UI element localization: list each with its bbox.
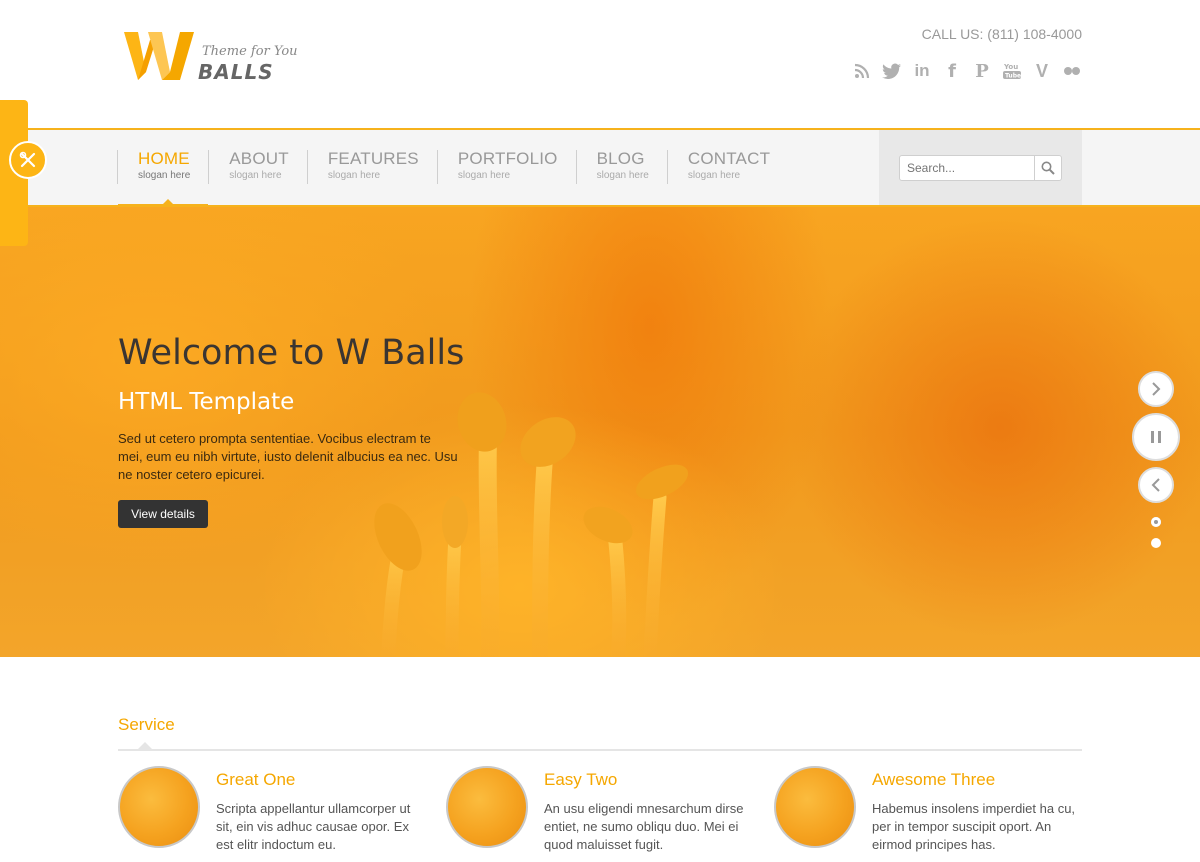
nav-item-portfolio[interactable]: PORTFOLIO slogan here bbox=[436, 149, 576, 184]
nav-item-blog[interactable]: BLOG slogan here bbox=[575, 149, 667, 184]
service-image bbox=[118, 766, 200, 848]
slider-pause-button[interactable] bbox=[1132, 413, 1180, 461]
main-navbar: HOME slogan here ABOUT slogan here FEATU… bbox=[0, 128, 1200, 207]
service-title[interactable]: Awesome Three bbox=[872, 770, 995, 790]
tools-icon[interactable] bbox=[9, 141, 47, 179]
hero-slider: Welcome to W Balls HTML Template Sed ut … bbox=[0, 207, 1200, 657]
logo-brand: BALLS bbox=[198, 60, 274, 84]
service-title[interactable]: Easy Two bbox=[544, 770, 617, 790]
nav-item-about[interactable]: ABOUT slogan here bbox=[208, 150, 307, 184]
nav-item-features[interactable]: FEATURES slogan here bbox=[306, 149, 437, 184]
service-image bbox=[446, 766, 528, 848]
pinterest-icon[interactable]: P bbox=[972, 60, 992, 82]
chevron-left-icon bbox=[1151, 478, 1160, 492]
service-text: An usu eligendi mnesarchum dirse entiet,… bbox=[544, 801, 744, 852]
hero-title: Welcome to W Balls bbox=[118, 333, 465, 373]
vimeo-icon[interactable]: V bbox=[1032, 60, 1052, 82]
view-details-button[interactable]: View details bbox=[118, 500, 208, 528]
nav-label: ABOUT bbox=[229, 149, 289, 168]
nav-label: BLOG bbox=[596, 149, 645, 168]
slider-dot-active[interactable] bbox=[1151, 517, 1161, 527]
nav-slogan: slogan here bbox=[596, 170, 649, 181]
logo-w-mark bbox=[124, 32, 194, 80]
service-text: Scripta appellantur ullamcorper ut sit, … bbox=[216, 801, 411, 852]
nav-item-contact[interactable]: CONTACT slogan here bbox=[666, 149, 788, 184]
youtube-icon[interactable]: You Tube bbox=[1002, 60, 1022, 82]
services-divider bbox=[118, 742, 1082, 751]
pause-icon bbox=[1151, 431, 1161, 443]
nav-slogan: slogan here bbox=[457, 170, 511, 181]
slider-dot[interactable] bbox=[1151, 538, 1161, 548]
social-links: in f P You Tube V bbox=[852, 60, 1082, 82]
flickr-icon[interactable] bbox=[1062, 60, 1082, 82]
nav-label: HOME bbox=[138, 149, 190, 168]
chevron-right-icon bbox=[1152, 382, 1161, 396]
nav-item-home[interactable]: HOME slogan here bbox=[117, 149, 209, 207]
services-heading: Service bbox=[118, 715, 175, 734]
service-item: Great One Scripta appellantur ullamcorpe… bbox=[118, 766, 428, 862]
logo[interactable]: Theme for You BALLS bbox=[122, 28, 298, 84]
nav-label: FEATURES bbox=[327, 149, 419, 168]
service-item: Easy Two An usu eligendi mnesarchum dirs… bbox=[446, 766, 756, 862]
nav-label: CONTACT bbox=[687, 149, 771, 168]
nav-slogan: slogan here bbox=[327, 170, 381, 181]
svg-text:You: You bbox=[1003, 63, 1018, 71]
search-button[interactable] bbox=[1034, 156, 1061, 180]
main-nav: HOME slogan here ABOUT slogan here FEATU… bbox=[117, 149, 788, 207]
slider-next-button[interactable] bbox=[1138, 371, 1174, 407]
twitter-icon[interactable] bbox=[882, 60, 902, 82]
nav-slogan: slogan here bbox=[229, 170, 282, 181]
nav-label: PORTFOLIO bbox=[457, 149, 558, 168]
site-header: Theme for You BALLS CALL US: (811) 108-4… bbox=[0, 0, 1200, 128]
call-us-text: CALL US: (811) 108-4000 bbox=[921, 26, 1082, 42]
nav-slogan: slogan here bbox=[138, 170, 191, 181]
style-switcher-tab[interactable] bbox=[0, 100, 47, 246]
nav-slogan: slogan here bbox=[687, 170, 741, 181]
linkedin-icon[interactable]: in bbox=[912, 60, 932, 82]
search-area bbox=[879, 130, 1082, 205]
service-text: Habemus insolens imperdiet ha cu, per in… bbox=[872, 801, 1076, 852]
search-input[interactable] bbox=[900, 156, 1034, 180]
hero-text: Sed ut cetero prompta sententiae. Vocibu… bbox=[118, 431, 458, 482]
search-icon bbox=[1041, 161, 1055, 175]
service-image bbox=[774, 766, 856, 848]
logo-tagline: Theme for You bbox=[202, 44, 298, 59]
facebook-icon[interactable]: f bbox=[942, 60, 962, 82]
search-field bbox=[899, 155, 1062, 181]
rss-icon[interactable] bbox=[852, 60, 872, 82]
service-title[interactable]: Great One bbox=[216, 770, 295, 790]
svg-text:Tube: Tube bbox=[1005, 73, 1021, 80]
hero-subtitle: HTML Template bbox=[118, 389, 295, 415]
service-item: Awesome Three Habemus insolens imperdiet… bbox=[774, 766, 1084, 862]
slider-prev-button[interactable] bbox=[1138, 467, 1174, 503]
